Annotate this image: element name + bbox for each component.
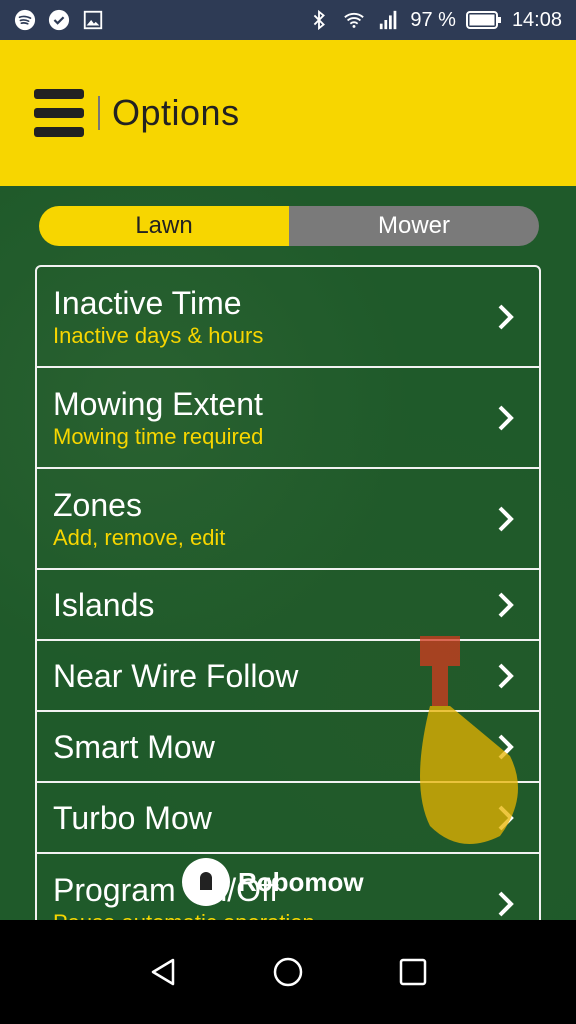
option-near-wire-follow[interactable]: Near Wire Follow <box>37 641 539 712</box>
option-title: Near Wire Follow <box>53 657 299 694</box>
option-subtitle: Inactive days & hours <box>53 322 264 348</box>
chevron-right-icon <box>498 891 514 916</box>
option-title: Smart Mow <box>53 728 215 765</box>
check-circle-icon <box>48 9 70 31</box>
option-title: Turbo Mow <box>53 799 212 836</box>
bluetooth-icon <box>314 9 326 31</box>
option-islands[interactable]: Islands <box>37 570 539 641</box>
chevron-right-icon <box>498 405 514 430</box>
status-bar: 97 % 14:08 <box>0 0 576 40</box>
option-title: Program On/Off <box>53 871 279 908</box>
page-title: Options <box>112 92 240 133</box>
tab-lawn[interactable]: Lawn <box>39 206 289 246</box>
lawn-mower-tabs: Lawn Mower <box>39 206 539 246</box>
clock: 14:08 <box>511 8 562 31</box>
chevron-right-icon <box>498 734 514 759</box>
option-mowing-extent[interactable]: Mowing Extent Mowing time required <box>37 368 539 469</box>
option-title: Islands <box>53 586 155 623</box>
option-turbo-mow[interactable]: Turbo Mow <box>37 783 539 854</box>
option-title: Mowing Extent <box>53 385 263 422</box>
system-nav-bar <box>0 920 576 1024</box>
battery-percent: 97 % <box>410 8 456 31</box>
hamburger-menu-icon[interactable] <box>34 89 84 137</box>
image-icon <box>83 10 103 30</box>
option-subtitle: Pause automatic operation <box>53 909 539 921</box>
option-smart-mow[interactable]: Smart Mow <box>37 712 539 783</box>
back-icon[interactable] <box>145 954 181 990</box>
wifi-icon <box>344 12 365 28</box>
battery-icon <box>465 11 501 29</box>
chevron-right-icon <box>498 805 514 830</box>
tab-mower[interactable]: Mower <box>289 206 539 246</box>
option-inactive-time[interactable]: Inactive Time Inactive days & hours <box>37 267 539 368</box>
recents-icon[interactable] <box>395 954 431 990</box>
option-subtitle: Mowing time required <box>53 423 264 449</box>
option-title: Zones <box>53 486 142 523</box>
app-header: Options <box>0 40 576 186</box>
option-title: Inactive Time <box>53 284 242 321</box>
chevron-right-icon <box>498 592 514 617</box>
option-zones[interactable]: Zones Add, remove, edit <box>37 469 539 570</box>
chevron-right-icon <box>498 663 514 688</box>
spotify-icon <box>14 9 36 31</box>
signal-icon <box>380 10 397 30</box>
option-program-on-off[interactable]: Program On/Off Pause automatic operation <box>37 854 539 920</box>
home-icon[interactable] <box>270 954 306 990</box>
option-subtitle: Add, remove, edit <box>53 524 226 550</box>
options-content: Lawn Mower Inactive Time Inactive days &… <box>0 186 576 920</box>
chevron-right-icon <box>498 506 514 531</box>
chevron-right-icon <box>498 304 514 329</box>
header-divider <box>98 96 100 130</box>
options-list: Inactive Time Inactive days & hours Mowi… <box>35 265 541 920</box>
